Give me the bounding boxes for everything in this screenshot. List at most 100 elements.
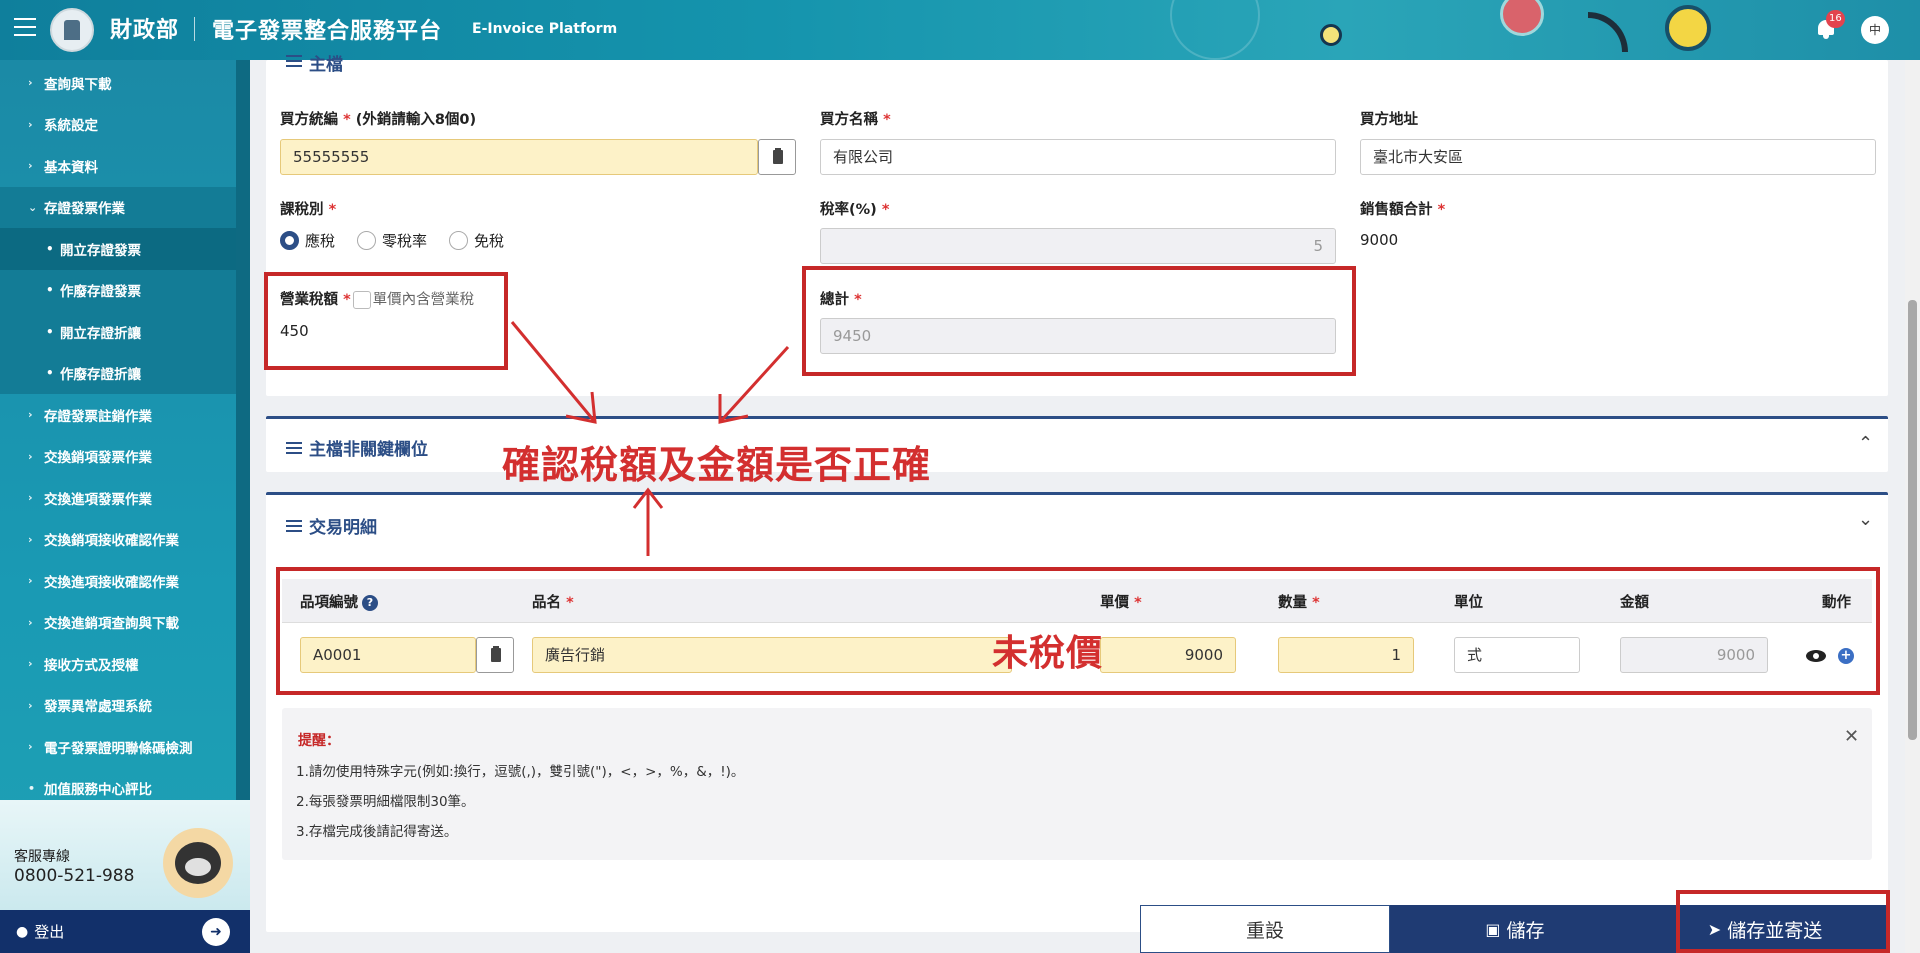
list-icon [286, 52, 302, 70]
tax-type-label: 課稅別 * [280, 202, 337, 218]
platform-title-en: E-Invoice Platform [472, 21, 618, 37]
tax-type-radio-exempt[interactable] [449, 231, 469, 250]
sidebar-item-label: 存證發票註銷作業 [44, 408, 152, 425]
chevron-down-icon[interactable]: ⌄ [1858, 509, 1873, 530]
sidebar-item[interactable]: • 開立存證折讓 [0, 311, 236, 353]
chevron-right-icon: › [28, 740, 33, 754]
sidebar-item-label: 作廢存證發票 [60, 284, 141, 301]
buyer-id-input[interactable]: 55555555 [280, 139, 758, 175]
tax-rate-input[interactable]: 5 [820, 228, 1336, 264]
tax-type-radio-group: 應稅 零稅率 免稅 [280, 230, 526, 251]
hotline-number: 0800-521-988 [14, 866, 135, 886]
decoration-circle [1500, 0, 1544, 36]
sidebar-item-label: 查詢與下載 [44, 76, 112, 93]
ministry-logo[interactable] [50, 8, 94, 52]
chevron-right-icon: › [28, 574, 33, 588]
highlight-box-send [1676, 890, 1890, 953]
brand-name: 財政部 [110, 18, 180, 43]
section-title-detail: 交易明細 [286, 513, 377, 538]
bullet-icon: • [46, 366, 54, 381]
close-icon[interactable]: ✕ [1844, 726, 1859, 747]
sidebar-item[interactable]: › 交換銷項發票作業 [0, 436, 236, 478]
logout-label: 登出 [34, 923, 65, 941]
buyer-address-label: 買方地址 [1360, 112, 1418, 128]
decoration-circle [1320, 24, 1342, 46]
clipboard-icon[interactable] [758, 139, 796, 175]
sidebar-item-label: 交換銷項發票作業 [44, 450, 152, 467]
detail-section-card: 交易明細 ⌄ 品項編號? 品名 * 單價 * 數量 * 單位 金額 動作 A00… [266, 492, 1888, 932]
chevron-right-icon: › [28, 657, 33, 671]
sidebar-item[interactable]: › 交換銷項接收確認作業 [0, 519, 236, 561]
notice-line: 2.每張發票明細檔限制30筆。 [296, 794, 475, 810]
menu-icon[interactable] [14, 18, 36, 36]
decoration-wifi [1588, 12, 1628, 52]
sidebar-item-label: 接收方式及授權 [44, 657, 139, 674]
chevron-right-icon: › [28, 408, 33, 422]
notice-panel: 提醒： 1.請勿使用特殊字元(例如:換行，逗號(,)，雙引號(")，<，>，%，… [282, 708, 1872, 860]
exit-icon[interactable]: ➜ [202, 918, 230, 946]
sidebar-item-label: 開立存證折讓 [60, 325, 141, 342]
decoration-circle [1170, 0, 1260, 60]
bullet-icon: • [46, 241, 54, 256]
brand-divider [194, 17, 195, 41]
sidebar-item[interactable]: › 電子發票證明聯條碼檢測 [0, 726, 236, 768]
sidebar-item-label: 電子發票證明聯條碼檢測 [44, 740, 193, 757]
sidebar-item[interactable]: ⌄ 存證發票作業 [0, 186, 236, 228]
bullet-icon: • [46, 324, 54, 339]
highlight-box-total [802, 266, 1356, 376]
sidebar-item[interactable]: › 存證發票註銷作業 [0, 394, 236, 436]
sidebar-scrollbar[interactable] [236, 60, 250, 800]
sidebar-item[interactable]: › 交換進項發票作業 [0, 477, 236, 519]
annotation-check: 確認稅額及金額是否正確 [502, 443, 932, 487]
sidebar-item[interactable]: › 系統設定 [0, 104, 236, 146]
save-button[interactable]: ▣ 儲存 [1390, 905, 1640, 953]
notification-badge: 16 [1826, 10, 1845, 28]
language-switch[interactable]: 中 [1861, 16, 1889, 44]
sidebar-item[interactable]: • 作廢存證折讓 [0, 352, 236, 394]
buyer-name-input[interactable]: 有限公司 [820, 139, 1336, 175]
highlight-box-tax [264, 272, 508, 370]
user-icon: ● [16, 923, 29, 940]
sidebar-item-label: 交換進項發票作業 [44, 491, 152, 508]
chevron-down-icon: ⌄ [28, 200, 38, 214]
sidebar-item[interactable]: › 交換進銷項查詢與下載 [0, 602, 236, 644]
sidebar-item[interactable]: › 接收方式及授權 [0, 643, 236, 685]
sidebar-item[interactable]: • 作廢存證發票 [0, 269, 236, 311]
sidebar-item[interactable]: • 開立存證發票 [0, 228, 236, 270]
sidebar-item[interactable]: › 交換進項接收確認作業 [0, 560, 236, 602]
notice-line: 3.存檔完成後請記得寄送。 [296, 824, 458, 840]
page-scrollbar[interactable] [1905, 60, 1920, 953]
tax-type-radio-taxable[interactable] [280, 231, 299, 250]
logout-button[interactable]: ● 登出 ➜ [0, 910, 250, 953]
list-icon [286, 517, 302, 535]
chevron-right-icon: › [28, 615, 33, 629]
sidebar-item-label: 存證發票作業 [44, 201, 125, 218]
chevron-right-icon: › [28, 449, 33, 463]
sales-total-value: 9000 [1360, 231, 1399, 249]
notice-line: 1.請勿使用特殊字元(例如:換行，逗號(,)，雙引號(")，<，>，%，&，!)… [296, 764, 745, 780]
chevron-up-icon[interactable]: ⌃ [1858, 433, 1873, 454]
sidebar-item[interactable]: › 基本資料 [0, 145, 236, 187]
sidebar-item[interactable]: › 查詢與下載 [0, 62, 236, 104]
tax-rate-label: 稅率(%) * [820, 202, 890, 218]
hotline-label: 客服專線 [14, 849, 70, 865]
sidebar-item-label: 系統設定 [44, 118, 98, 135]
platform-title: 電子發票整合服務平台 [212, 19, 443, 44]
notice-title: 提醒： [298, 733, 340, 749]
section-title-main: 主檔 [286, 50, 343, 75]
sidebar-item[interactable]: › 發票異常處理系統 [0, 685, 236, 727]
scrollbar-thumb[interactable] [1908, 300, 1917, 740]
decoration-circle [1665, 5, 1711, 51]
chevron-right-icon: › [28, 532, 33, 546]
tax-type-radio-zero[interactable] [357, 231, 377, 250]
list-icon [286, 439, 302, 457]
sidebar-menu: › 查詢與下載 › 系統設定 › 基本資料 ⌄ 存證發票作業 • 開立存證發票 • 作廢存證發票 • 開立… [0, 62, 236, 809]
chevron-right-icon: › [28, 698, 33, 712]
mascot-image [163, 828, 233, 898]
buyer-address-input[interactable]: 臺北市大安區 [1360, 139, 1876, 175]
sidebar-item-label: 交換進銷項查詢與下載 [44, 616, 179, 633]
sidebar-item-label: 發票異常處理系統 [44, 699, 152, 716]
section-title-nonkey: 主檔非關鍵欄位 [286, 435, 428, 460]
sidebar-item-label: 基本資料 [44, 159, 98, 176]
reset-button[interactable]: 重設 [1140, 905, 1390, 953]
